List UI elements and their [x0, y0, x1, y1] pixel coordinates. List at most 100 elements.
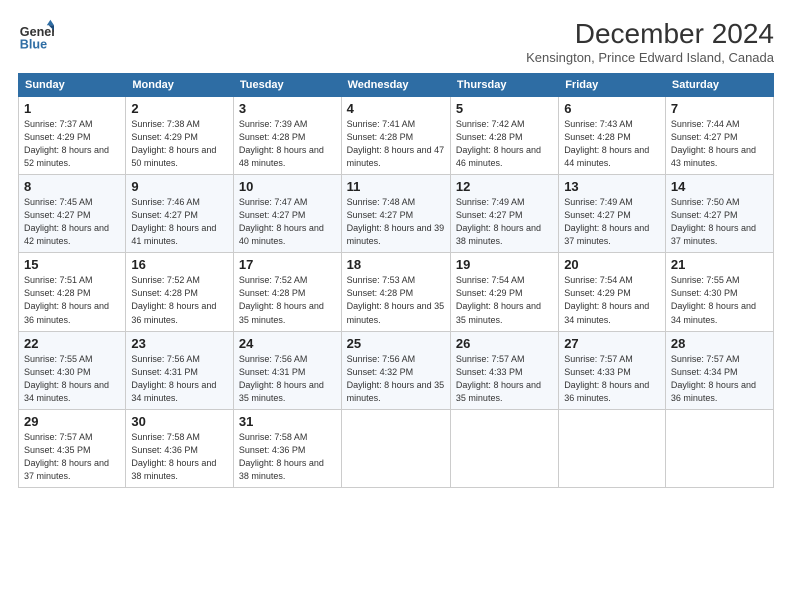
day-detail: Sunrise: 7:39 AMSunset: 4:28 PMDaylight:… [239, 119, 324, 168]
logo-icon: General Blue [18, 18, 54, 54]
day-detail: Sunrise: 7:52 AMSunset: 4:28 PMDaylight:… [239, 275, 324, 324]
day-detail: Sunrise: 7:38 AMSunset: 4:29 PMDaylight:… [131, 119, 216, 168]
calendar-cell: 12 Sunrise: 7:49 AMSunset: 4:27 PMDaylig… [450, 175, 558, 253]
day-detail: Sunrise: 7:41 AMSunset: 4:28 PMDaylight:… [347, 119, 445, 168]
calendar-cell: 22 Sunrise: 7:55 AMSunset: 4:30 PMDaylig… [19, 331, 126, 409]
day-detail: Sunrise: 7:58 AMSunset: 4:36 PMDaylight:… [239, 432, 324, 481]
svg-text:Blue: Blue [20, 38, 47, 52]
calendar-cell: 11 Sunrise: 7:48 AMSunset: 4:27 PMDaylig… [341, 175, 450, 253]
logo: General Blue [18, 18, 54, 54]
calendar-cell: 20 Sunrise: 7:54 AMSunset: 4:29 PMDaylig… [559, 253, 666, 331]
day-detail: Sunrise: 7:57 AMSunset: 4:34 PMDaylight:… [671, 354, 756, 403]
calendar-cell: 17 Sunrise: 7:52 AMSunset: 4:28 PMDaylig… [233, 253, 341, 331]
calendar-week-4: 22 Sunrise: 7:55 AMSunset: 4:30 PMDaylig… [19, 331, 774, 409]
header-saturday: Saturday [665, 74, 773, 97]
day-detail: Sunrise: 7:52 AMSunset: 4:28 PMDaylight:… [131, 275, 216, 324]
day-number: 14 [671, 179, 768, 194]
day-number: 3 [239, 101, 336, 116]
calendar-header-row: Sunday Monday Tuesday Wednesday Thursday… [19, 74, 774, 97]
day-number: 7 [671, 101, 768, 116]
calendar-cell: 13 Sunrise: 7:49 AMSunset: 4:27 PMDaylig… [559, 175, 666, 253]
calendar-cell: 14 Sunrise: 7:50 AMSunset: 4:27 PMDaylig… [665, 175, 773, 253]
calendar-cell: 3 Sunrise: 7:39 AMSunset: 4:28 PMDayligh… [233, 97, 341, 175]
calendar-cell: 10 Sunrise: 7:47 AMSunset: 4:27 PMDaylig… [233, 175, 341, 253]
day-number: 24 [239, 336, 336, 351]
header-tuesday: Tuesday [233, 74, 341, 97]
calendar-cell: 30 Sunrise: 7:58 AMSunset: 4:36 PMDaylig… [126, 409, 234, 487]
day-detail: Sunrise: 7:48 AMSunset: 4:27 PMDaylight:… [347, 197, 445, 246]
calendar-week-2: 8 Sunrise: 7:45 AMSunset: 4:27 PMDayligh… [19, 175, 774, 253]
day-detail: Sunrise: 7:57 AMSunset: 4:33 PMDaylight:… [564, 354, 649, 403]
day-number: 16 [131, 257, 228, 272]
day-number: 12 [456, 179, 553, 194]
header-thursday: Thursday [450, 74, 558, 97]
calendar-cell: 9 Sunrise: 7:46 AMSunset: 4:27 PMDayligh… [126, 175, 234, 253]
calendar-cell [450, 409, 558, 487]
calendar-week-5: 29 Sunrise: 7:57 AMSunset: 4:35 PMDaylig… [19, 409, 774, 487]
calendar-cell: 5 Sunrise: 7:42 AMSunset: 4:28 PMDayligh… [450, 97, 558, 175]
header: General Blue December 2024 Kensington, P… [18, 18, 774, 65]
day-detail: Sunrise: 7:49 AMSunset: 4:27 PMDaylight:… [456, 197, 541, 246]
calendar-cell: 27 Sunrise: 7:57 AMSunset: 4:33 PMDaylig… [559, 331, 666, 409]
calendar-cell [665, 409, 773, 487]
day-number: 9 [131, 179, 228, 194]
day-number: 4 [347, 101, 445, 116]
calendar-cell [559, 409, 666, 487]
calendar-cell: 4 Sunrise: 7:41 AMSunset: 4:28 PMDayligh… [341, 97, 450, 175]
calendar-cell: 18 Sunrise: 7:53 AMSunset: 4:28 PMDaylig… [341, 253, 450, 331]
day-number: 13 [564, 179, 660, 194]
header-friday: Friday [559, 74, 666, 97]
day-number: 28 [671, 336, 768, 351]
calendar-week-1: 1 Sunrise: 7:37 AMSunset: 4:29 PMDayligh… [19, 97, 774, 175]
day-detail: Sunrise: 7:45 AMSunset: 4:27 PMDaylight:… [24, 197, 109, 246]
calendar-cell: 23 Sunrise: 7:56 AMSunset: 4:31 PMDaylig… [126, 331, 234, 409]
day-number: 21 [671, 257, 768, 272]
day-number: 29 [24, 414, 120, 429]
day-detail: Sunrise: 7:42 AMSunset: 4:28 PMDaylight:… [456, 119, 541, 168]
day-detail: Sunrise: 7:47 AMSunset: 4:27 PMDaylight:… [239, 197, 324, 246]
calendar-cell: 7 Sunrise: 7:44 AMSunset: 4:27 PMDayligh… [665, 97, 773, 175]
calendar-cell: 6 Sunrise: 7:43 AMSunset: 4:28 PMDayligh… [559, 97, 666, 175]
header-monday: Monday [126, 74, 234, 97]
calendar-cell: 2 Sunrise: 7:38 AMSunset: 4:29 PMDayligh… [126, 97, 234, 175]
calendar-cell: 8 Sunrise: 7:45 AMSunset: 4:27 PMDayligh… [19, 175, 126, 253]
day-detail: Sunrise: 7:57 AMSunset: 4:35 PMDaylight:… [24, 432, 109, 481]
day-detail: Sunrise: 7:58 AMSunset: 4:36 PMDaylight:… [131, 432, 216, 481]
day-detail: Sunrise: 7:46 AMSunset: 4:27 PMDaylight:… [131, 197, 216, 246]
day-number: 5 [456, 101, 553, 116]
calendar-cell: 21 Sunrise: 7:55 AMSunset: 4:30 PMDaylig… [665, 253, 773, 331]
day-number: 20 [564, 257, 660, 272]
calendar-cell: 1 Sunrise: 7:37 AMSunset: 4:29 PMDayligh… [19, 97, 126, 175]
calendar-cell: 24 Sunrise: 7:56 AMSunset: 4:31 PMDaylig… [233, 331, 341, 409]
day-number: 17 [239, 257, 336, 272]
day-number: 6 [564, 101, 660, 116]
day-number: 1 [24, 101, 120, 116]
header-sunday: Sunday [19, 74, 126, 97]
day-number: 25 [347, 336, 445, 351]
day-number: 26 [456, 336, 553, 351]
day-detail: Sunrise: 7:49 AMSunset: 4:27 PMDaylight:… [564, 197, 649, 246]
day-number: 30 [131, 414, 228, 429]
day-number: 8 [24, 179, 120, 194]
day-number: 19 [456, 257, 553, 272]
day-number: 10 [239, 179, 336, 194]
subtitle: Kensington, Prince Edward Island, Canada [526, 50, 774, 65]
day-number: 22 [24, 336, 120, 351]
day-detail: Sunrise: 7:56 AMSunset: 4:32 PMDaylight:… [347, 354, 445, 403]
calendar-cell [341, 409, 450, 487]
day-detail: Sunrise: 7:55 AMSunset: 4:30 PMDaylight:… [24, 354, 109, 403]
day-detail: Sunrise: 7:37 AMSunset: 4:29 PMDaylight:… [24, 119, 109, 168]
page: General Blue December 2024 Kensington, P… [0, 0, 792, 612]
calendar-cell: 26 Sunrise: 7:57 AMSunset: 4:33 PMDaylig… [450, 331, 558, 409]
day-detail: Sunrise: 7:53 AMSunset: 4:28 PMDaylight:… [347, 275, 445, 324]
day-number: 23 [131, 336, 228, 351]
day-detail: Sunrise: 7:54 AMSunset: 4:29 PMDaylight:… [564, 275, 649, 324]
calendar-cell: 16 Sunrise: 7:52 AMSunset: 4:28 PMDaylig… [126, 253, 234, 331]
title-section: December 2024 Kensington, Prince Edward … [526, 18, 774, 65]
day-detail: Sunrise: 7:56 AMSunset: 4:31 PMDaylight:… [239, 354, 324, 403]
calendar-cell: 28 Sunrise: 7:57 AMSunset: 4:34 PMDaylig… [665, 331, 773, 409]
calendar-week-3: 15 Sunrise: 7:51 AMSunset: 4:28 PMDaylig… [19, 253, 774, 331]
calendar-cell: 15 Sunrise: 7:51 AMSunset: 4:28 PMDaylig… [19, 253, 126, 331]
calendar-cell: 31 Sunrise: 7:58 AMSunset: 4:36 PMDaylig… [233, 409, 341, 487]
calendar-cell: 25 Sunrise: 7:56 AMSunset: 4:32 PMDaylig… [341, 331, 450, 409]
